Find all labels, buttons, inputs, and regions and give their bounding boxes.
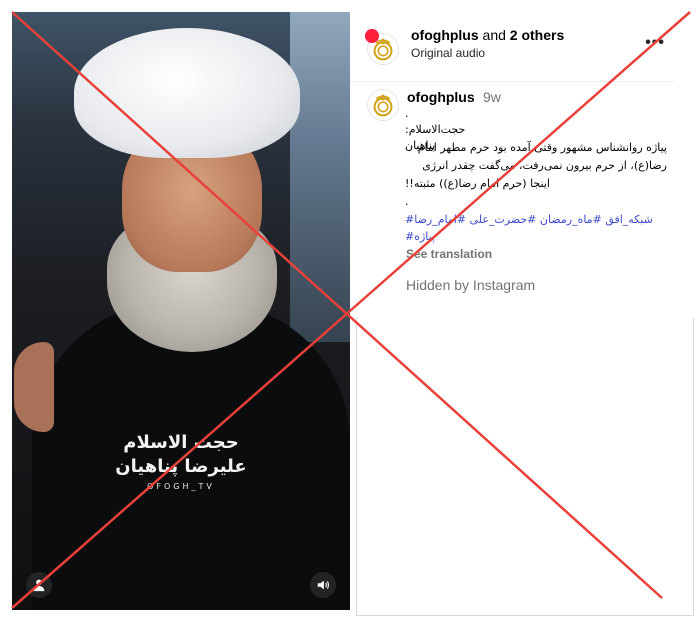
speaker-icon (317, 580, 329, 590)
post-caption: ofoghplus 9w . :حجت‌الاسلام پناهیان پیاژ… (350, 82, 675, 318)
header-username-line[interactable]: ofoghplus and 2 others (411, 27, 564, 43)
video-caption-title: حجت الاسلام (123, 432, 239, 453)
hidden-notice: Hidden by Instagram (406, 277, 536, 293)
ofogh-logo-icon (368, 90, 398, 120)
caption-line-2: پیاژه روانشناس مشهور وقتی آمده بود حرم م… (417, 141, 667, 154)
sound-toggle-button[interactable] (310, 572, 336, 598)
header-username[interactable]: ofoghplus (411, 27, 479, 43)
caption-line-3: رضا(ع)، از حرم بیرون نمی‌رفت، می‌گفت چقد… (422, 159, 667, 172)
comments-area (356, 318, 694, 616)
hashtag-line-1[interactable]: #شبکه_افق #ماه_رمضان #حضرت_علی #امام_رضا (405, 212, 667, 228)
caption-avatar[interactable] (367, 89, 399, 121)
audio-link[interactable]: Original audio (411, 46, 485, 60)
caption-line-dot-2: . (405, 195, 409, 208)
video-caption-name: علیرضا پناهیان (115, 456, 247, 477)
caption-username[interactable]: ofoghplus (407, 89, 475, 105)
caption-line-dot-1: . (405, 107, 409, 120)
post-timestamp[interactable]: 9w (483, 89, 501, 105)
story-badge (365, 29, 379, 43)
video-caption-channel: OFOGH_TV (147, 482, 215, 491)
tagged-people-button[interactable] (26, 572, 52, 598)
person-icon (33, 579, 45, 592)
more-dots-icon[interactable]: ••• (645, 34, 665, 52)
turban (74, 28, 300, 158)
caption-line-4: !!اینجا (حرم امام رضا(ع)) مثبته (405, 177, 550, 190)
hashtag-line-2[interactable]: #پیاژه (405, 229, 465, 245)
hand (14, 342, 54, 432)
reel-video[interactable]: حجت الاسلام علیرضا پناهیان OFOGH_TV (12, 12, 350, 610)
background-window (290, 12, 350, 342)
post-header: ofoghplus and 2 others Original audio ••… (350, 12, 675, 82)
see-translation-link[interactable]: See translation (406, 247, 492, 261)
header-coauthors[interactable]: and 2 others (483, 27, 565, 43)
